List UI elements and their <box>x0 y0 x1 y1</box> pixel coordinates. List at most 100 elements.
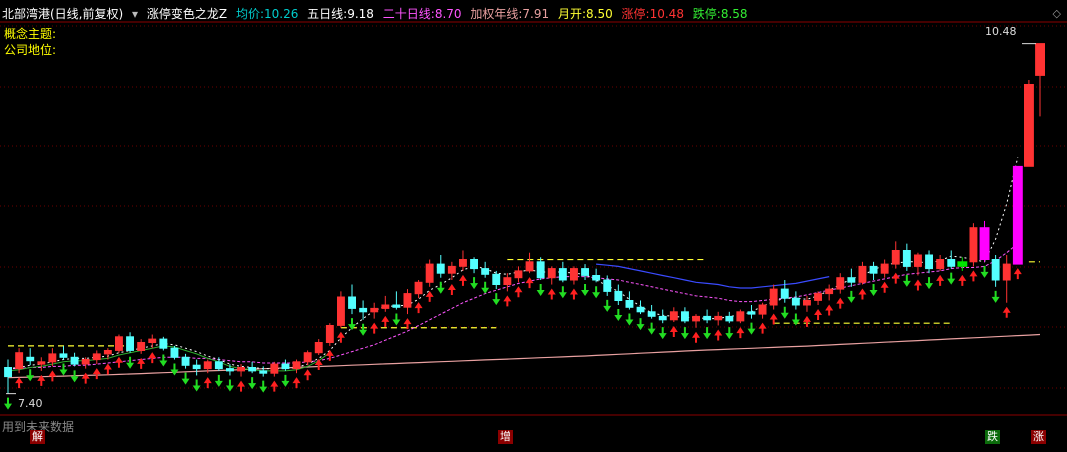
candle-body <box>636 306 645 313</box>
stock-title[interactable]: 北部湾港(日线,前复权) <box>2 7 123 21</box>
candle-body <box>459 259 467 267</box>
company-position-label: 公司地位: <box>4 43 57 57</box>
up-arrow-icon <box>913 279 922 291</box>
down-arrow-icon <box>481 281 490 294</box>
indicator-name[interactable]: 涨停变色之龙Z <box>147 7 227 21</box>
up-arrow-icon <box>836 297 845 309</box>
up-arrow-icon <box>514 286 523 298</box>
down-arrow-icon <box>902 274 911 287</box>
event-marker-jie[interactable]: 解 <box>30 430 45 444</box>
up-arrow-icon <box>292 377 301 389</box>
down-arrow-icon <box>126 356 135 369</box>
candle-body <box>1035 43 1045 76</box>
candle-body <box>957 261 968 267</box>
candle-body <box>581 268 589 276</box>
up-arrow-icon <box>669 326 678 338</box>
down-arrow-icon <box>436 281 445 294</box>
candle-body <box>703 315 712 321</box>
up-arrow-icon <box>714 329 723 341</box>
chart-area[interactable] <box>0 0 1067 448</box>
up-arrow-icon <box>114 356 123 368</box>
up-arrow-icon <box>758 322 767 334</box>
up-arrow-icon <box>458 274 467 286</box>
candle-body <box>403 293 412 308</box>
down-arrow-icon <box>780 306 789 319</box>
up-arrow-icon <box>203 377 212 389</box>
candle-body <box>48 353 57 363</box>
up-arrow-icon <box>969 270 978 282</box>
up-arrow-icon <box>858 288 867 300</box>
candle-body <box>1012 165 1023 265</box>
up-arrow-icon <box>692 331 700 343</box>
down-arrow-icon <box>70 370 79 383</box>
candle-body <box>736 311 745 322</box>
down-arrow-icon <box>847 290 856 303</box>
candle-body <box>447 265 456 274</box>
candle-body <box>492 273 501 285</box>
candle-body <box>891 250 900 265</box>
candle-body <box>692 315 700 322</box>
candle-body <box>192 364 201 370</box>
down-arrow-icon <box>869 284 878 296</box>
candle-body <box>92 353 101 361</box>
candle-body <box>780 288 789 299</box>
candle-body <box>814 293 822 301</box>
up-arrow-icon <box>547 288 556 300</box>
candle-body <box>103 350 112 355</box>
down-arrow-icon <box>947 272 956 285</box>
up-arrow-icon <box>880 281 889 293</box>
down-arrow-icon <box>647 322 656 335</box>
up-arrow-icon <box>447 284 456 295</box>
down-arrow-icon <box>4 397 12 410</box>
event-marker-zhang[interactable]: 涨 <box>1031 430 1046 444</box>
up-arrow-icon <box>503 295 512 307</box>
candle-body <box>126 336 134 351</box>
wma-value: 7.91 <box>522 7 550 21</box>
up-arrow-icon <box>103 363 112 375</box>
down-arrow-icon <box>625 313 634 326</box>
down-arrow-icon <box>980 265 989 278</box>
candle-body <box>747 311 756 315</box>
chevron-down-icon[interactable]: ▾ <box>132 7 138 21</box>
low-price-label: 7.40 <box>18 397 43 410</box>
candle-body <box>259 370 268 374</box>
down-arrow-icon <box>747 322 756 335</box>
down-arrow-icon <box>392 313 401 326</box>
candle-body <box>558 268 567 281</box>
down-arrow-icon <box>214 374 223 387</box>
candle-body <box>803 300 811 306</box>
down-arrow-icon <box>492 293 501 306</box>
candle-body <box>614 290 623 301</box>
candle-body <box>758 304 767 315</box>
avg-value: 10.26 <box>263 7 299 21</box>
candle-body <box>547 268 556 279</box>
candle-body <box>70 356 79 365</box>
candle-body <box>4 367 12 378</box>
down-arrow-icon <box>26 369 35 382</box>
down-arrow-icon <box>259 380 268 393</box>
candle-body <box>26 356 35 362</box>
candle-body <box>348 296 357 309</box>
candle-body <box>292 361 301 370</box>
ma5-value: 9.18 <box>347 7 374 21</box>
candle-body <box>936 259 945 270</box>
up-arrow-icon <box>525 277 534 289</box>
up-arrow-icon <box>891 272 900 284</box>
down-arrow-icon <box>536 284 545 296</box>
down-arrow-icon <box>281 374 290 387</box>
diamond-icon[interactable]: ◇ <box>1053 6 1061 22</box>
candle-body <box>170 347 179 358</box>
candle-body <box>436 263 445 274</box>
event-marker-zeng[interactable]: 增 <box>498 430 513 444</box>
candle-body <box>536 261 545 279</box>
candle-body <box>214 361 223 370</box>
candle-body <box>603 279 612 292</box>
candlestick-chart[interactable] <box>0 0 1067 448</box>
candle-body <box>769 288 778 306</box>
candle-body <box>425 263 434 283</box>
candle-body <box>481 268 490 275</box>
event-marker-die[interactable]: 跌 <box>985 430 1000 444</box>
up-arrow-icon <box>414 302 423 314</box>
down-arrow-icon <box>225 379 234 392</box>
candle-body <box>314 342 323 354</box>
